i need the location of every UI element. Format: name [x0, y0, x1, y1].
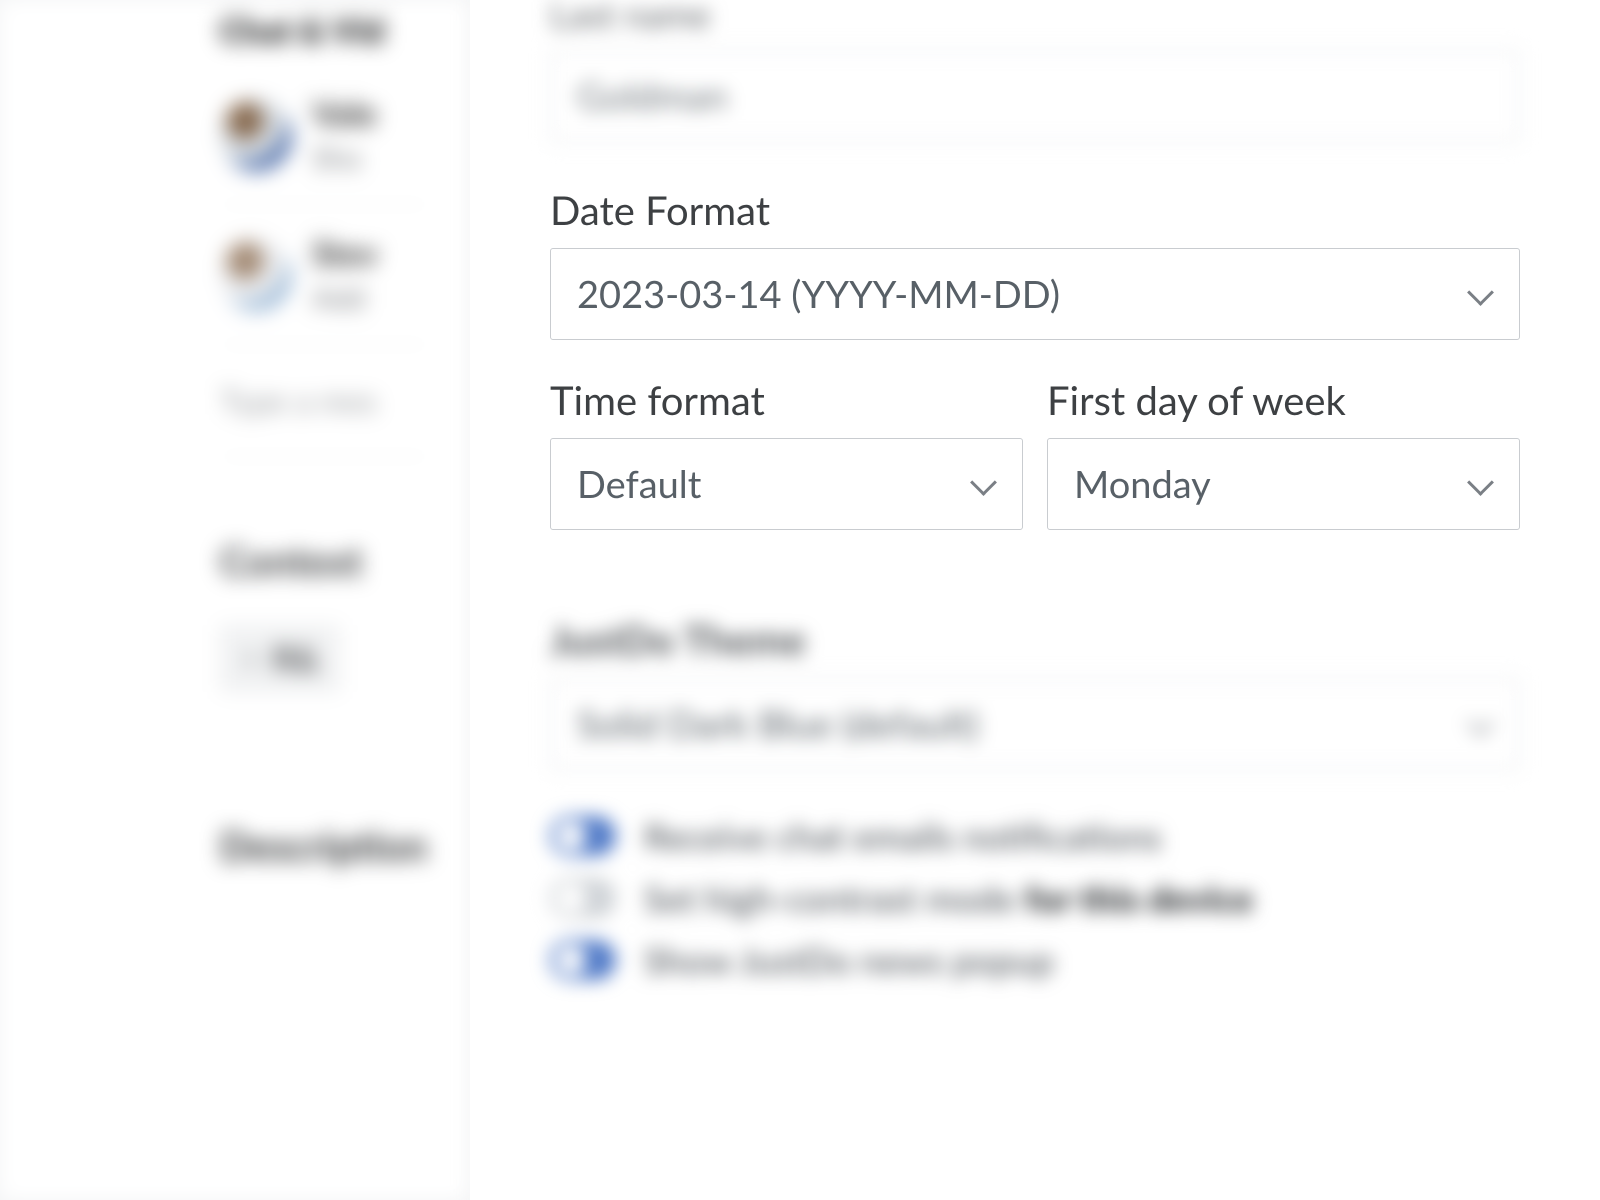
- theme-label: JustDo Theme: [550, 616, 1520, 664]
- context-heading: Context: [220, 537, 429, 585]
- last-name-value: Goldman: [577, 73, 728, 119]
- contact-sub: Add: [312, 280, 378, 316]
- theme-and-toggles-blurred: JustDo Theme Solid Dark Blue (default) R…: [550, 616, 1520, 982]
- toggle-news-popup[interactable]: Show JustDo news popup: [550, 938, 1520, 982]
- tag-label: R&: [273, 638, 319, 679]
- toggle-label: Set high-contrast mode for this device: [644, 876, 1253, 920]
- toggle-label: Receive chat emails notifications: [644, 814, 1162, 858]
- toggle-switch-icon: [550, 878, 616, 918]
- avatar: [220, 239, 292, 311]
- date-format-value: 2023-03-14 (YYYY-MM-DD): [577, 271, 1060, 317]
- toggle-high-contrast[interactable]: Set high-contrast mode for this device: [550, 876, 1520, 920]
- avatar: [220, 99, 292, 171]
- chevron-down-icon: [1467, 711, 1493, 737]
- last-name-input[interactable]: Goldman: [550, 50, 1520, 142]
- description-heading: Description: [220, 822, 429, 870]
- last-name-label: Last name: [550, 0, 1520, 36]
- toggle-label: Show JustDo news popup: [644, 938, 1054, 982]
- time-format-value: Default: [577, 461, 701, 507]
- date-format-label: Date Format: [550, 186, 1520, 234]
- last-name-group-blurred: Last name Goldman: [550, 0, 1520, 142]
- contact-sub: Sho: [312, 140, 377, 176]
- contact-name: Vale: [312, 93, 377, 134]
- first-day-label: First day of week: [1047, 376, 1520, 424]
- first-day-select[interactable]: Monday: [1047, 438, 1520, 530]
- theme-value: Solid Dark Blue (default): [577, 701, 979, 747]
- context-tag: + R&: [220, 625, 340, 692]
- date-format-select[interactable]: 2023-03-14 (YYYY-MM-DD): [550, 248, 1520, 340]
- chat-header: Chat & Vid: [220, 10, 429, 51]
- toggle-switch-icon: [550, 940, 616, 980]
- time-format-label: Time format: [550, 376, 1023, 424]
- theme-select[interactable]: Solid Dark Blue (default): [550, 678, 1520, 770]
- contact-row: Vale Sho: [220, 65, 429, 205]
- toggle-switch-icon: [550, 816, 616, 856]
- contact-name: Stev: [312, 233, 378, 274]
- focus-section: Date Format 2023-03-14 (YYYY-MM-DD) Time…: [550, 186, 1520, 530]
- settings-panel: Last name Goldman Date Format 2023-03-14…: [470, 0, 1600, 1200]
- chevron-down-icon: [1467, 471, 1493, 497]
- plus-icon: +: [241, 638, 261, 679]
- time-format-select[interactable]: Default: [550, 438, 1023, 530]
- chevron-down-icon: [1467, 281, 1493, 307]
- first-day-value: Monday: [1074, 461, 1211, 507]
- message-input-placeholder: Type a mes: [220, 345, 429, 457]
- toggle-chat-emails[interactable]: Receive chat emails notifications: [550, 814, 1520, 858]
- contact-row: Stev Add: [220, 205, 429, 345]
- chevron-down-icon: [970, 471, 996, 497]
